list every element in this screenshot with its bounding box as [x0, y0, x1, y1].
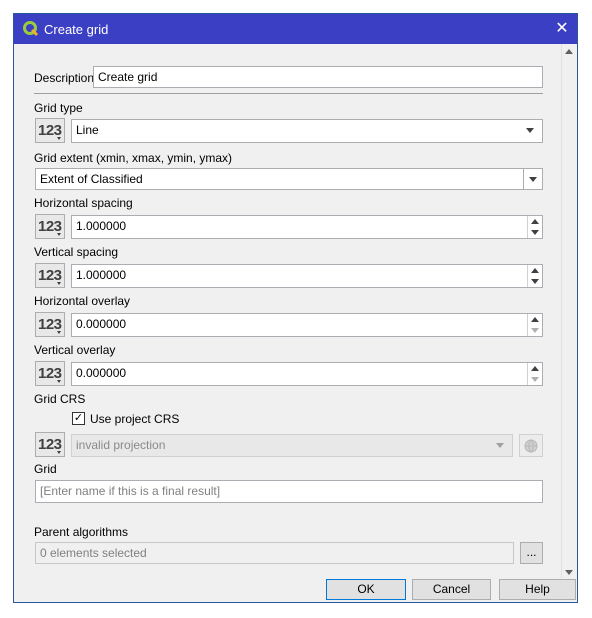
window-title: Create grid — [44, 22, 109, 37]
button-box: OK Cancel Help — [14, 578, 577, 602]
data-defined-button[interactable]: 123 — [35, 214, 65, 239]
chevron-down-icon — [57, 451, 61, 454]
parent-algorithms-field[interactable]: 0 elements selected — [35, 542, 514, 564]
qgis-logo-icon — [23, 21, 39, 37]
spin-down-icon[interactable] — [531, 328, 539, 333]
grid-extent-select[interactable]: Extent of Classified — [35, 168, 543, 190]
chevron-down-icon — [57, 380, 61, 383]
horizontal-spacing-label: Horizontal spacing — [34, 196, 133, 210]
vertical-spacing-spinbox[interactable]: 1.000000 — [71, 264, 543, 288]
grid-type-label: Grid type — [34, 101, 83, 115]
chevron-down-icon — [57, 233, 61, 236]
horizontal-overlay-spinbox[interactable]: 0.000000 — [71, 313, 543, 337]
grid-output-label: Grid — [34, 462, 57, 476]
spin-up-icon[interactable] — [531, 366, 539, 371]
scrollbar-thumb[interactable] — [564, 60, 574, 560]
chevron-down-icon — [57, 282, 61, 285]
parent-algorithms-button[interactable]: ... — [520, 542, 543, 564]
grid-crs-label: Grid CRS — [34, 392, 86, 406]
horizontal-spacing-spinbox[interactable]: 1.000000 — [71, 215, 543, 239]
help-button[interactable]: Help — [499, 579, 576, 600]
data-defined-button[interactable]: 123 — [35, 432, 65, 457]
spin-down-icon[interactable] — [531, 377, 539, 382]
vertical-overlay-spinbox[interactable]: 0.000000 — [71, 362, 543, 386]
data-defined-button[interactable]: 123 — [35, 312, 65, 337]
grid-type-select[interactable]: Line — [71, 119, 543, 143]
vertical-spacing-label: Vertical spacing — [34, 245, 119, 259]
close-icon[interactable]: ✕ — [547, 14, 577, 44]
globe-icon — [524, 439, 538, 453]
title-bar: Create grid ✕ — [14, 14, 577, 44]
spin-down-icon[interactable] — [531, 279, 539, 284]
spin-up-icon[interactable] — [531, 317, 539, 322]
chevron-down-icon — [496, 443, 504, 448]
chevron-down-icon — [526, 128, 534, 133]
cancel-button[interactable]: Cancel — [412, 579, 491, 600]
data-defined-button[interactable]: 123 — [35, 118, 65, 143]
description-label: Description — [34, 71, 95, 85]
description-input[interactable]: Create grid — [93, 66, 543, 88]
chevron-down-icon — [57, 137, 61, 140]
parameters-panel: Description Create grid Grid type 123 Li… — [22, 44, 562, 579]
chevron-down-icon — [529, 177, 537, 182]
data-defined-button[interactable]: 123 — [35, 361, 65, 386]
spin-down-icon[interactable] — [531, 230, 539, 235]
crs-select[interactable]: invalid projection — [71, 434, 513, 457]
data-defined-button[interactable]: 123 — [35, 263, 65, 288]
create-grid-dialog: Create grid ✕ Description Create grid Gr… — [13, 13, 578, 603]
crs-selector-button[interactable] — [519, 434, 543, 457]
scroll-down-icon[interactable] — [565, 570, 573, 575]
use-project-crs-checkbox[interactable]: ✓ — [72, 412, 85, 425]
chevron-down-icon — [57, 331, 61, 334]
vertical-overlay-label: Vertical overlay — [34, 343, 116, 357]
ok-button[interactable]: OK — [326, 579, 406, 600]
horizontal-overlay-label: Horizontal overlay — [34, 294, 131, 308]
grid-extent-label: Grid extent (xmin, xmax, ymin, ymax) — [34, 151, 233, 165]
scroll-up-icon[interactable] — [565, 49, 573, 54]
vertical-scrollbar[interactable] — [561, 44, 577, 580]
use-project-crs-label: Use project CRS — [90, 412, 180, 426]
separator — [34, 93, 543, 94]
spin-up-icon[interactable] — [531, 219, 539, 224]
spin-up-icon[interactable] — [531, 268, 539, 273]
grid-output-input[interactable]: [Enter name if this is a final result] — [35, 480, 543, 503]
parent-algorithms-label: Parent algorithms — [34, 525, 129, 539]
